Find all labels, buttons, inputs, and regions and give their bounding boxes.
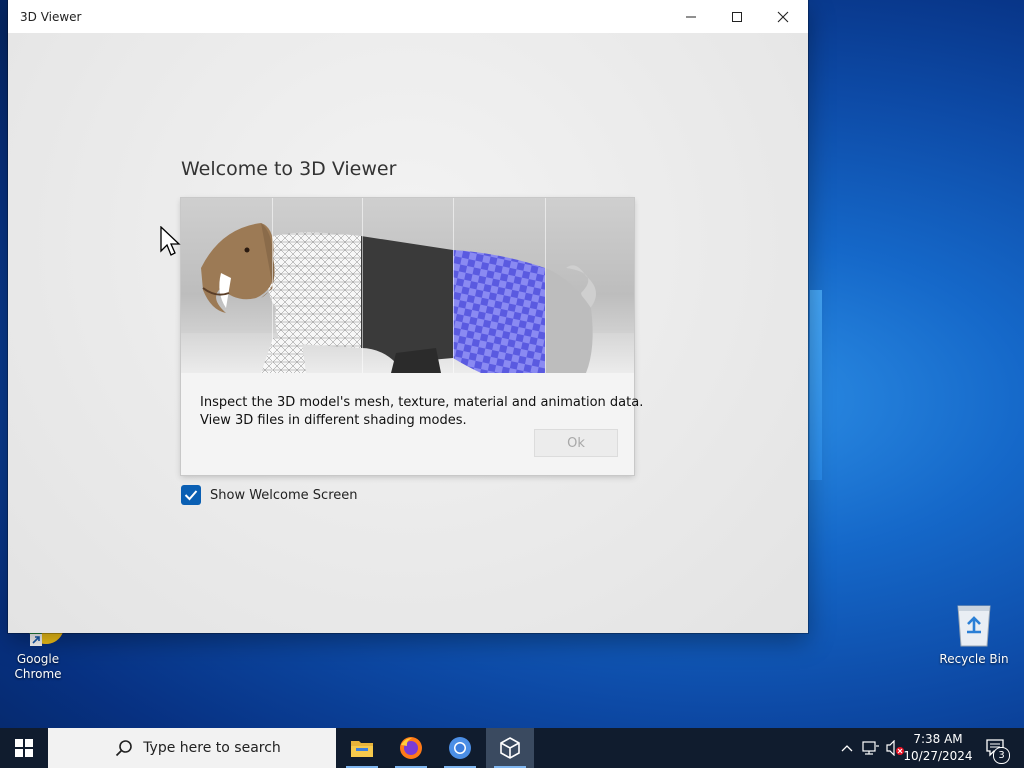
welcome-card: Inspect the 3D model's mesh, texture, ma… xyxy=(181,198,644,475)
ok-button[interactable]: Ok xyxy=(534,429,618,457)
firefox-icon xyxy=(400,737,422,759)
clock-time: 7:38 AM xyxy=(913,732,963,746)
show-welcome-screen-option[interactable]: Show Welcome Screen xyxy=(181,485,358,505)
show-welcome-screen-checkbox[interactable] xyxy=(181,485,201,505)
taskbar-app-firefox[interactable] xyxy=(387,728,435,768)
notification-center-button[interactable]: 3 xyxy=(978,728,1014,768)
search-icon xyxy=(116,740,132,757)
windows-logo-icon xyxy=(15,739,33,757)
chevron-up-icon xyxy=(841,745,853,752)
checkmark-icon xyxy=(184,490,198,501)
hero-image-sabertooth xyxy=(181,198,634,373)
close-icon xyxy=(777,11,789,22)
desktop-icon-label: Recycle Bin xyxy=(939,652,1009,666)
taskbar-app-chrome[interactable] xyxy=(436,728,484,768)
taskbar-app-3d-viewer[interactable] xyxy=(486,728,534,768)
notification-count-badge: 3 xyxy=(993,747,1010,764)
mouse-pointer-icon xyxy=(160,226,181,256)
recycle-bin-icon xyxy=(954,602,994,648)
maximize-button[interactable] xyxy=(714,0,760,33)
taskbar-clock[interactable]: 7:38 AM 10/27/2024 xyxy=(900,731,976,765)
show-welcome-screen-label: Show Welcome Screen xyxy=(210,487,358,503)
taskbar-app-file-explorer[interactable] xyxy=(338,728,386,768)
minimize-icon xyxy=(686,16,696,17)
welcome-screen: Welcome to 3D Viewer Inspect the 3D mode… xyxy=(8,33,808,633)
3d-viewer-icon xyxy=(500,737,520,759)
page-title: Welcome to 3D Viewer xyxy=(181,158,397,180)
file-explorer-icon xyxy=(351,741,373,757)
title-bar[interactable]: 3D Viewer xyxy=(8,0,808,33)
desktop-light-beam xyxy=(810,290,822,480)
window-title: 3D Viewer xyxy=(20,9,82,24)
close-button[interactable] xyxy=(760,0,806,33)
desktop-icon-label: Google xyxy=(16,652,60,666)
network-status-button[interactable] xyxy=(860,728,882,768)
chrome-icon xyxy=(449,737,471,759)
clock-date: 10/27/2024 xyxy=(903,749,973,763)
welcome-description: Inspect the 3D model's mesh, texture, ma… xyxy=(200,395,644,428)
network-icon xyxy=(862,741,879,755)
desktop-icon-label: Chrome xyxy=(14,667,62,681)
taskbar-search-box[interactable]: Type here to search xyxy=(48,728,336,768)
taskbar: Type here to search 7:38 AM 10/27/2024 3 xyxy=(0,728,1024,768)
show-hidden-icons-button[interactable] xyxy=(838,728,856,768)
app-window: 3D Viewer Welcome to 3D Viewer Inspect t… xyxy=(8,0,808,633)
desktop-icon-recycle-bin[interactable]: Recycle Bin xyxy=(938,602,1010,667)
minimize-button[interactable] xyxy=(668,0,714,33)
search-placeholder: Type here to search xyxy=(143,740,281,756)
start-button[interactable] xyxy=(0,728,48,768)
maximize-icon xyxy=(732,11,742,22)
